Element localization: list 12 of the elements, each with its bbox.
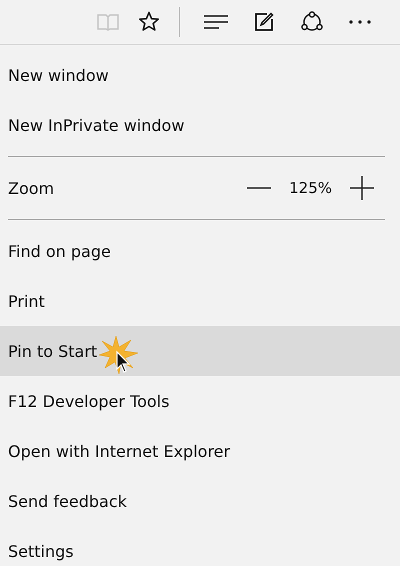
menu-item[interactable]: Find on page <box>0 226 400 276</box>
menu-item[interactable]: Settings <box>0 526 400 566</box>
menu-item[interactable]: Print <box>0 276 400 326</box>
menu-item[interactable]: F12 Developer Tools <box>0 376 400 426</box>
menu-item[interactable]: New window <box>0 50 400 100</box>
menu-item[interactable]: Pin to Start <box>0 326 400 376</box>
menu-item[interactable]: Send feedback <box>0 476 400 526</box>
menu-item[interactable]: Open with Internet Explorer <box>0 426 400 476</box>
zoom-in-icon[interactable] <box>350 176 374 200</box>
menu-item[interactable]: New InPrivate window <box>0 100 400 150</box>
zoom-value: 125% <box>289 179 332 197</box>
zoom-label: Zoom <box>8 178 54 198</box>
